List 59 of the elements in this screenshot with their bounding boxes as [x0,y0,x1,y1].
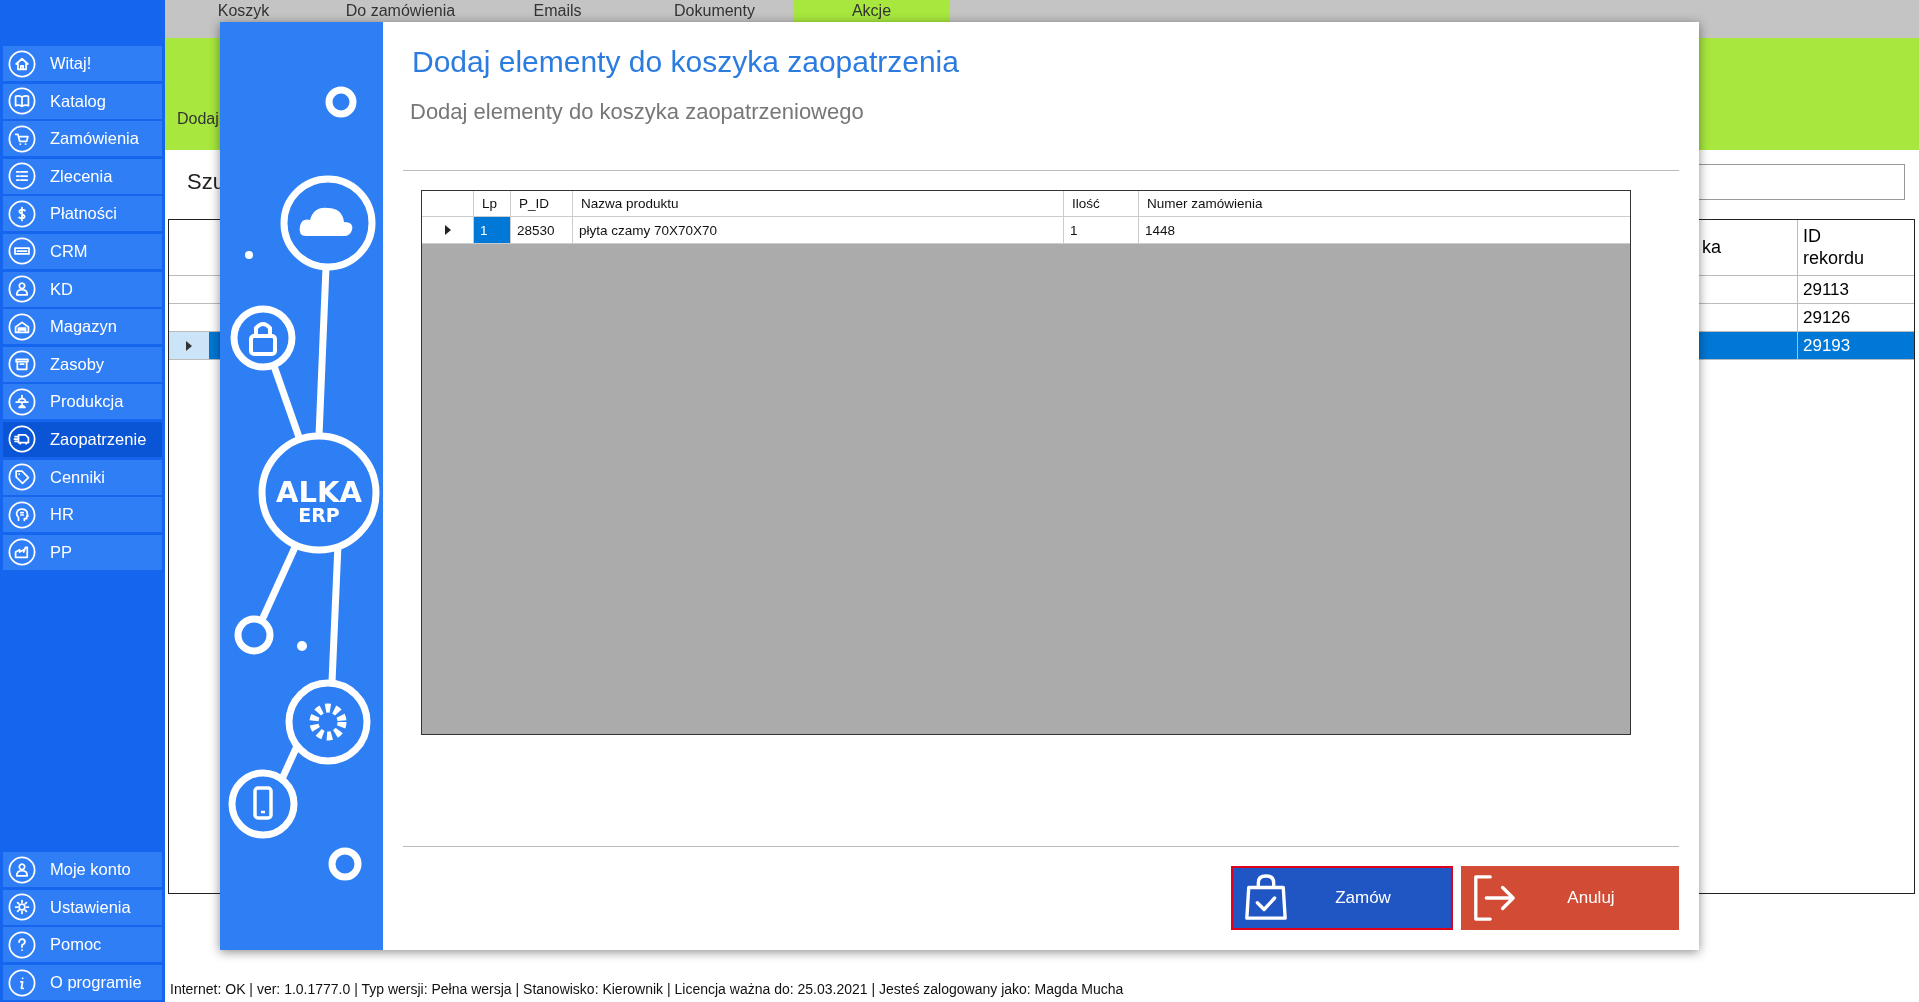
home-icon [8,49,36,78]
cart-icon [8,124,36,153]
row-indicator-icon [186,340,192,351]
table-cell[interactable]: 28530 [511,217,573,243]
person-icon [8,275,36,304]
table-cell[interactable]: 1 [1064,217,1139,243]
table-cell: 29113 [1803,279,1849,300]
box-icon [8,350,36,379]
badge-icon [8,237,36,266]
warehouse-icon [8,312,36,341]
sidebar-item[interactable]: Zlecenia [3,158,162,194]
book-icon [8,87,36,116]
table-cell: 29126 [1803,307,1851,328]
table-cell: 29193 [1803,335,1851,356]
sidebar-item[interactable]: Produkcja [3,384,162,420]
column-header[interactable]: Numer zamówienia [1139,191,1630,216]
column-header[interactable]: P_ID [511,191,573,216]
sidebar-item[interactable]: Zaopatrzenie [3,421,162,457]
sidebar-item[interactable]: Witaj! [3,46,162,81]
tag-icon [8,463,36,492]
table-cell[interactable]: 1448 [1139,217,1630,243]
list-icon [8,162,36,191]
cancel-button[interactable]: Anuluj [1461,866,1679,930]
sidebar-item[interactable]: Zasoby [3,346,162,382]
factory-icon [8,538,36,567]
sidebar-item[interactable]: Moje konto [3,852,162,888]
column-header[interactable]: Lp [474,191,511,216]
table-cell[interactable]: 1 [474,217,511,243]
table-cell[interactable]: płyta czamy 70X70X70 [573,217,1064,243]
settings-icon [8,893,36,922]
help-icon [8,930,36,959]
truck-icon [8,425,36,454]
column-header[interactable]: Nazwa produktu [573,191,1064,216]
sidebar-item[interactable]: PP [3,534,162,570]
column-header: ka [1702,236,1722,259]
sidebar-item[interactable]: Pomoc [3,927,162,963]
head-icon [8,500,36,529]
shopping-bag-check-icon [1243,874,1289,922]
sidebar-item[interactable]: Ustawienia [3,889,162,925]
sidebar-item[interactable]: HR [3,497,162,533]
column-header[interactable]: Ilość [1064,191,1139,216]
sidebar-item[interactable]: Cenniki [3,459,162,495]
column-header: ID rekordu [1797,220,1887,275]
dialog-title: Dodaj elementy do koszyka zaopatrzenia [411,45,960,79]
sidebar-item[interactable]: Magazyn [3,309,162,345]
dollar-icon [8,199,36,228]
sidebar-item[interactable]: KD [3,271,162,307]
section-title: Dodaj [177,110,219,128]
info-icon [8,968,36,997]
sidebar-item[interactable]: CRM [3,233,162,269]
sidebar-item[interactable]: Płatności [3,196,162,232]
sidebar-item[interactable]: Zamówienia [3,121,162,157]
sidebar-item[interactable]: O programie [3,965,162,1000]
order-button[interactable]: Zamów [1231,866,1453,930]
status-text: Internet: OK | ver: 1.0.1777.0 | Typ wersji: Pełna wersja | Stanowisko: Kierownik | Licencja ważna do: 25.03.2021 | Jesteś zalogowany jako: Magda Mucha [170,981,1124,997]
person-icon [8,855,36,884]
sidebar-item[interactable]: Katalog [3,83,162,119]
dialog-subtitle: Dodaj elementy do koszyka zaopatrzeniowego [409,99,865,125]
exit-arrow-icon [1471,874,1517,922]
